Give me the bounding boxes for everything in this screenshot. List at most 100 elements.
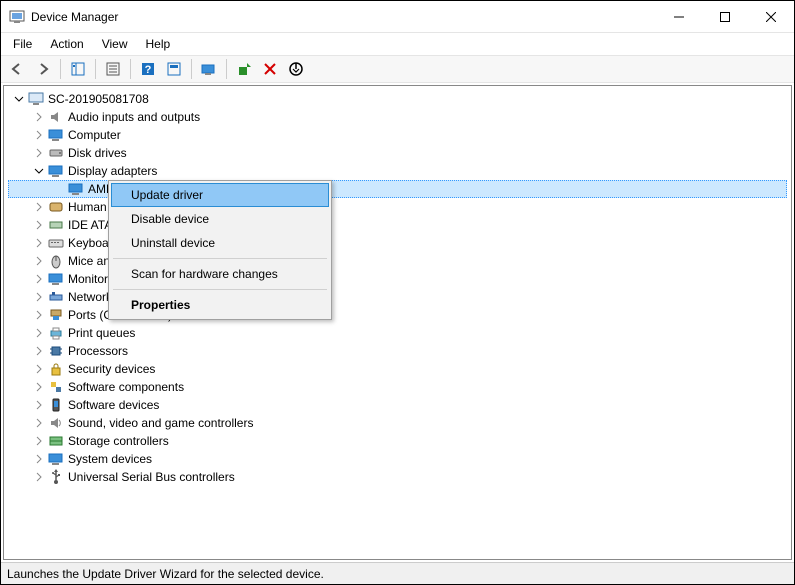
chevron-right-icon[interactable]: [32, 110, 46, 124]
app-icon: [9, 9, 25, 25]
minimize-button[interactable]: [656, 2, 702, 32]
tree-node-label: Processors: [68, 344, 128, 358]
context-menu-disable-device[interactable]: Disable device: [111, 207, 329, 231]
tree-node-display-adapters[interactable]: Display adapters: [8, 162, 787, 180]
tree-node[interactable]: System devices: [8, 450, 787, 468]
tree-node[interactable]: Software devices: [8, 396, 787, 414]
ide-icon: [48, 217, 64, 233]
toolbar-separator: [191, 59, 192, 79]
maximize-button[interactable]: [702, 2, 748, 32]
software-device-icon: [48, 397, 64, 413]
chevron-right-icon[interactable]: [32, 146, 46, 160]
tree-node-label: Universal Serial Bus controllers: [68, 470, 235, 484]
chevron-right-icon[interactable]: [32, 380, 46, 394]
close-button[interactable]: [748, 2, 794, 32]
printer-icon: [48, 325, 64, 341]
usb-icon: [48, 469, 64, 485]
disk-icon: [48, 145, 64, 161]
statusbar: Launches the Update Driver Wizard for th…: [1, 562, 794, 584]
chevron-right-icon[interactable]: [32, 362, 46, 376]
menu-action[interactable]: Action: [42, 35, 91, 53]
tree-node-label: Print queues: [68, 326, 135, 340]
lock-icon: [48, 361, 64, 377]
chevron-right-icon[interactable]: [32, 218, 46, 232]
menu-file[interactable]: File: [5, 35, 40, 53]
computer-icon: [28, 91, 44, 107]
statusbar-text: Launches the Update Driver Wizard for th…: [7, 567, 324, 581]
scan-hardware-button[interactable]: [197, 57, 221, 81]
display-icon: [48, 163, 64, 179]
context-menu-separator: [113, 258, 327, 259]
tree-node-label: Software devices: [68, 398, 159, 412]
chevron-right-icon[interactable]: [32, 128, 46, 142]
tree-node[interactable]: Processors: [8, 342, 787, 360]
tree-root[interactable]: SC-201905081708: [8, 90, 787, 108]
chevron-right-icon[interactable]: [32, 344, 46, 358]
tree-node[interactable]: Disk drives: [8, 144, 787, 162]
context-menu-properties[interactable]: Properties: [111, 293, 329, 317]
device-tree-pane: SC-201905081708 Audio inputs and outputs…: [3, 85, 792, 560]
context-menu-item-label: Properties: [131, 298, 190, 312]
toolbar: ?: [1, 55, 794, 83]
tree-node-label: Display adapters: [68, 164, 157, 178]
disable-button[interactable]: [284, 57, 308, 81]
tree-node-label: Security devices: [68, 362, 155, 376]
chevron-right-icon[interactable]: [32, 452, 46, 466]
back-button[interactable]: [5, 57, 29, 81]
tree-node[interactable]: Computer: [8, 126, 787, 144]
uninstall-button[interactable]: [258, 57, 282, 81]
tree-node-label: SC-201905081708: [48, 92, 149, 106]
chevron-right-icon[interactable]: [32, 326, 46, 340]
tree-node-label: Storage controllers: [68, 434, 169, 448]
mouse-icon: [48, 253, 64, 269]
tree-node-label: Sound, video and game controllers: [68, 416, 253, 430]
tree-node[interactable]: Print queues: [8, 324, 787, 342]
chevron-down-icon[interactable]: [32, 164, 46, 178]
chevron-right-icon[interactable]: [32, 398, 46, 412]
action-button[interactable]: [162, 57, 186, 81]
chevron-right-icon[interactable]: [32, 434, 46, 448]
chevron-right-icon[interactable]: [32, 290, 46, 304]
tree-node[interactable]: Audio inputs and outputs: [8, 108, 787, 126]
update-driver-button[interactable]: [232, 57, 256, 81]
properties-button[interactable]: [101, 57, 125, 81]
device-tree[interactable]: SC-201905081708 Audio inputs and outputs…: [4, 86, 791, 490]
display-icon: [68, 181, 84, 197]
chevron-right-icon[interactable]: [32, 416, 46, 430]
chevron-right-icon[interactable]: [32, 200, 46, 214]
context-menu-scan[interactable]: Scan for hardware changes: [111, 262, 329, 286]
context-menu-update-driver[interactable]: Update driver: [111, 183, 329, 207]
hid-icon: [48, 199, 64, 215]
tree-node-label: System devices: [68, 452, 152, 466]
menu-view[interactable]: View: [94, 35, 136, 53]
forward-button[interactable]: [31, 57, 55, 81]
chevron-right-icon[interactable]: [32, 470, 46, 484]
chevron-right-icon[interactable]: [32, 254, 46, 268]
menu-help[interactable]: Help: [138, 35, 179, 53]
cpu-icon: [48, 343, 64, 359]
context-menu-uninstall-device[interactable]: Uninstall device: [111, 231, 329, 255]
computer-icon: [48, 127, 64, 143]
tree-node[interactable]: Software components: [8, 378, 787, 396]
help-button[interactable]: ?: [136, 57, 160, 81]
show-hide-tree-button[interactable]: [66, 57, 90, 81]
svg-text:?: ?: [145, 64, 152, 76]
tree-node[interactable]: Universal Serial Bus controllers: [8, 468, 787, 486]
ports-icon: [48, 307, 64, 323]
context-menu-item-label: Disable device: [131, 212, 209, 226]
software-icon: [48, 379, 64, 395]
expander-empty: [52, 182, 66, 196]
tree-node[interactable]: Security devices: [8, 360, 787, 378]
system-icon: [48, 451, 64, 467]
context-menu-item-label: Update driver: [131, 188, 203, 202]
chevron-right-icon[interactable]: [32, 308, 46, 322]
chevron-right-icon[interactable]: [32, 272, 46, 286]
tree-node[interactable]: Sound, video and game controllers: [8, 414, 787, 432]
tree-node-label: Audio inputs and outputs: [68, 110, 200, 124]
context-menu-separator: [113, 289, 327, 290]
tree-node[interactable]: Storage controllers: [8, 432, 787, 450]
chevron-right-icon[interactable]: [32, 236, 46, 250]
chevron-down-icon[interactable]: [12, 92, 26, 106]
tree-node-label: Disk drives: [68, 146, 127, 160]
sound-icon: [48, 415, 64, 431]
